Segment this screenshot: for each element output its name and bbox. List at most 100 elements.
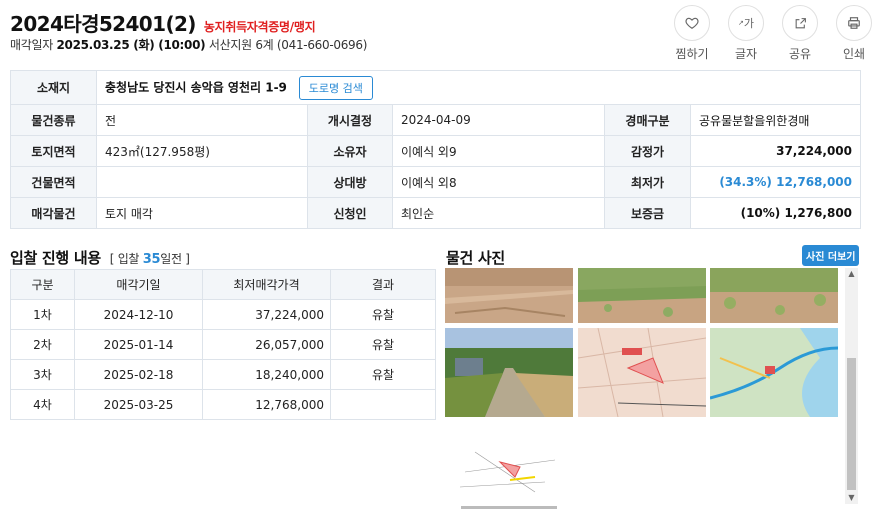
info-row: 물건종류 전 개시결정 2024-04-09 경매구분 공유물분할을위한경매 [10, 104, 862, 136]
photo-thumbnail[interactable] [445, 422, 573, 514]
col-min-price: 최저매각가격 [202, 269, 331, 300]
owner-value: 이예식 외9 [392, 135, 605, 167]
action-bar: 찜하기 ↗ 가 글자 공유 인쇄 [674, 5, 872, 62]
font-size-icon: ↗ 가 [728, 5, 764, 41]
bid-countdown-prefix: [ 입찰 [109, 252, 140, 266]
info-row: 토지면적 423㎡(127.958평) 소유자 이예식 외9 감정가 37,22… [10, 135, 862, 167]
round-cell: 3차 [10, 359, 75, 390]
location-cell: 충청남도 당진시 송악읍 영천리 1-9 도로명 검색 [95, 70, 862, 105]
appraisal-value: 37,224,000 [689, 135, 862, 167]
photo-thumbnail[interactable] [710, 268, 838, 323]
sale-date-row: 매각일자 2025.03.25 (화) (10:00) 서산지원 6계 (041… [10, 36, 367, 53]
case-number: 2024타경52401(2) [10, 12, 196, 36]
photo-thumbnail[interactable] [445, 328, 573, 417]
photo-gallery [445, 268, 840, 518]
sale-date-label: 매각일자 [10, 38, 53, 52]
share-label: 공유 [788, 47, 812, 61]
heart-icon [674, 5, 710, 41]
scrollbar-thumb[interactable] [847, 358, 856, 490]
counterparty-value: 이예식 외8 [392, 166, 605, 198]
bid-table-header: 구분 매각기일 최저매각가격 결과 [10, 269, 436, 300]
photo-thumbnail[interactable] [445, 268, 573, 323]
info-row: 매각물건 토지 매각 신청인 최인순 보증금 (10%) 1,276,800 [10, 197, 862, 229]
auction-type-value: 공유물분할을위한경매 [689, 104, 862, 136]
table-row: 2차 2025-01-14 26,057,000 유찰 [10, 329, 436, 360]
result-cell: 유찰 [330, 329, 436, 360]
property-info-table: 소재지 충청남도 당진시 송악읍 영천리 1-9 도로명 검색 물건종류 전 개… [10, 70, 862, 229]
print-icon [836, 5, 872, 41]
applicant-value: 최인순 [392, 197, 605, 229]
round-cell: 1차 [10, 299, 75, 330]
gallery-scrollbar[interactable]: ▲ ▼ [845, 268, 858, 504]
sale-date-value: 2025.03.25 (화) (10:00) [56, 38, 206, 52]
auction-type-label: 경매구분 [604, 104, 691, 136]
share-button[interactable]: 공유 [782, 5, 818, 62]
col-sale-date: 매각기일 [74, 269, 203, 300]
favorite-label: 찜하기 [675, 47, 709, 61]
building-area-value [96, 166, 308, 198]
location-row: 소재지 충청남도 당진시 송악읍 영천리 1-9 도로명 검색 [10, 70, 862, 105]
date-cell: 2025-01-14 [74, 329, 203, 360]
col-round: 구분 [10, 269, 75, 300]
bid-countdown-suffix: 일전 ] [160, 252, 190, 266]
result-cell: 유찰 [330, 299, 436, 330]
sale-item-value: 토지 매각 [96, 197, 308, 229]
bid-history-title: 입찰 진행 내용 [ 입찰 35일전 ] [10, 247, 190, 268]
start-decision-label: 개시결정 [307, 104, 393, 136]
appraisal-label: 감정가 [604, 135, 691, 167]
more-photos-button[interactable]: 사진 더보기 [802, 245, 860, 266]
table-row: 3차 2025-02-18 18,240,000 유찰 [10, 359, 436, 390]
property-type-label: 물건종류 [10, 104, 97, 136]
bid-countdown-days: 35 [142, 252, 161, 267]
location-address: 충청남도 당진시 송악읍 영천리 1-9 [105, 80, 287, 94]
font-size-button[interactable]: ↗ 가 글자 [728, 5, 764, 62]
price-cell: 37,224,000 [202, 299, 331, 330]
result-cell: 유찰 [330, 359, 436, 390]
price-cell: 26,057,000 [202, 329, 331, 360]
photo-thumbnail[interactable] [710, 328, 838, 417]
bid-history-heading: 입찰 진행 내용 [10, 249, 101, 267]
applicant-label: 신청인 [307, 197, 393, 229]
info-row: 건물면적 상대방 이예식 외8 최저가 (34.3%) 12,768,000 [10, 166, 862, 198]
bid-countdown: [ 입찰 35일전 ] [109, 252, 190, 267]
scroll-up-icon[interactable]: ▲ [845, 268, 858, 280]
favorite-button[interactable]: 찜하기 [674, 5, 710, 62]
property-type-value: 전 [96, 104, 308, 136]
land-area-label: 토지면적 [10, 135, 97, 167]
price-cell: 18,240,000 [202, 359, 331, 390]
start-decision-value: 2024-04-09 [392, 104, 605, 136]
result-cell [330, 389, 436, 420]
court-info: 서산지원 6계 (041-660-0696) [208, 38, 368, 52]
sale-item-label: 매각물건 [10, 197, 97, 229]
owner-label: 소유자 [307, 135, 393, 167]
table-row: 1차 2024-12-10 37,224,000 유찰 [10, 299, 436, 330]
share-icon [782, 5, 818, 41]
title-row: 2024타경52401(2) 농지취득자격증명/맹지 [10, 8, 316, 37]
photo-thumbnail[interactable] [578, 328, 706, 417]
photo-thumbnail[interactable] [578, 268, 706, 323]
minimum-price-label: 최저가 [604, 166, 691, 198]
round-cell: 4차 [10, 389, 75, 420]
land-area-value: 423㎡(127.958평) [96, 135, 308, 167]
bid-history-table: 구분 매각기일 최저매각가격 결과 1차 2024-12-10 37,224,0… [10, 269, 436, 420]
minimum-price-value: (34.3%) 12,768,000 [689, 166, 862, 198]
scroll-down-icon[interactable]: ▼ [845, 492, 858, 504]
print-label: 인쇄 [842, 47, 866, 61]
round-cell: 2차 [10, 329, 75, 360]
case-tag: 농지취득자격증명/맹지 [203, 20, 316, 34]
date-cell: 2025-03-25 [74, 389, 203, 420]
counterparty-label: 상대방 [307, 166, 393, 198]
location-label: 소재지 [10, 70, 97, 105]
col-result: 결과 [330, 269, 436, 300]
road-name-search-button[interactable]: 도로명 검색 [298, 75, 373, 100]
table-row: 4차 2025-03-25 12,768,000 [10, 389, 436, 420]
price-cell: 12,768,000 [202, 389, 331, 420]
font-size-label: 글자 [734, 47, 758, 61]
print-button[interactable]: 인쇄 [836, 5, 872, 62]
deposit-label: 보증금 [604, 197, 691, 229]
building-area-label: 건물면적 [10, 166, 97, 198]
date-cell: 2025-02-18 [74, 359, 203, 390]
photos-title: 물건 사진 [446, 249, 505, 267]
date-cell: 2024-12-10 [74, 299, 203, 330]
deposit-value: (10%) 1,276,800 [689, 197, 862, 229]
